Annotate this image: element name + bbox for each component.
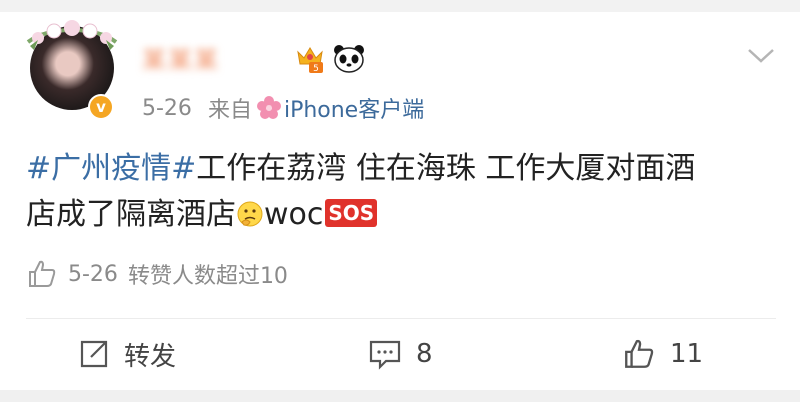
source-prefix: 来自 bbox=[207, 98, 252, 123]
repost-icon bbox=[80, 340, 108, 368]
post-date: 5-26 bbox=[142, 95, 192, 121]
flower-icon bbox=[256, 96, 281, 119]
like-summary-text: 转赞人数超过10 bbox=[127, 264, 288, 289]
top-strip bbox=[0, 0, 800, 12]
post-text: #广州疫情#工作在荔湾 住在海珠 工作大厦对面酒 店成了隔离酒店 woc SOS bbox=[26, 146, 766, 238]
post-text-tail: woc bbox=[264, 197, 324, 232]
like-count: 11 bbox=[670, 339, 704, 369]
username[interactable]: 某某某 bbox=[142, 46, 282, 74]
likes-summary[interactable]: 5-26 转赞人数超过10 bbox=[26, 256, 288, 292]
flower-crown-icon bbox=[26, 20, 118, 50]
svg-text:5: 5 bbox=[313, 64, 319, 74]
hashtag-link[interactable]: #广州疫情# bbox=[26, 151, 196, 186]
like-date: 5-26 bbox=[68, 261, 118, 287]
thumbs-up-icon bbox=[29, 260, 56, 287]
like-button[interactable]: 11 bbox=[622, 330, 703, 378]
repost-button[interactable]: 转发 bbox=[78, 330, 176, 378]
panda-icon[interactable] bbox=[333, 44, 365, 74]
post-text-line1: 工作在荔湾 住在海珠 工作大厦对面酒 bbox=[196, 151, 696, 186]
thinking-face-icon bbox=[237, 201, 263, 227]
comment-icon bbox=[369, 340, 401, 370]
action-bar: 转发 8 11 bbox=[0, 330, 800, 378]
thumbs-up-icon bbox=[625, 339, 654, 368]
comment-button[interactable]: 8 bbox=[368, 330, 433, 378]
sos-icon: SOS bbox=[325, 199, 378, 227]
comment-count: 8 bbox=[416, 339, 433, 369]
verified-badge-icon: v bbox=[88, 94, 114, 120]
chevron-down-icon[interactable] bbox=[746, 46, 776, 66]
repost-label: 转发 bbox=[124, 341, 177, 372]
post-source[interactable]: iPhone客户端 bbox=[284, 92, 424, 124]
post-text-line2: 店成了隔离酒店 bbox=[26, 197, 236, 232]
divider bbox=[26, 318, 776, 319]
crown-badge-icon[interactable]: 5 bbox=[295, 42, 325, 74]
bottom-strip bbox=[0, 390, 800, 402]
post-meta: 5-26 来自 iPhone客户端 bbox=[142, 92, 424, 124]
avatar[interactable]: v bbox=[24, 16, 120, 120]
